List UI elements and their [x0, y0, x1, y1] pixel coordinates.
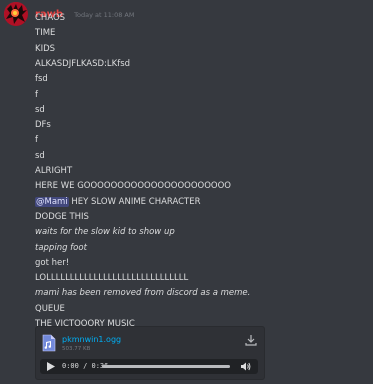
- message-line: mami has been removed from discord as a …: [35, 288, 250, 299]
- message-line: fsd: [35, 74, 48, 85]
- message-line-text: KIDS: [35, 43, 56, 54]
- message-line: DODGE THIS: [35, 212, 89, 223]
- message-line-text: ALRIGHT: [35, 166, 73, 176]
- audio-player: 0:00 / 0:36: [40, 359, 258, 374]
- message-line: ALKASDJFLKASD:LKfsd: [35, 59, 130, 70]
- download-icon[interactable]: [245, 334, 257, 346]
- progress-fill: [102, 365, 230, 368]
- message-line: tapping foot: [35, 243, 87, 254]
- message-line-text: sd: [35, 150, 45, 161]
- message-line: HERE WE GOOOOOOOOOOOOOOOOOOOOOO: [35, 181, 231, 192]
- message-line: TIME: [35, 28, 55, 39]
- message-line: waits for the slow kid to show up: [35, 227, 175, 238]
- message-line-text: got her!: [35, 257, 70, 268]
- message-line-text: HEY SLOW ANIME CHARACTER: [68, 196, 201, 207]
- message-line: f: [35, 135, 38, 146]
- audio-attachment: pkmnwin1.ogg 503.77 KB 0:00 / 0:36: [35, 326, 265, 380]
- message-line-text: f: [35, 135, 38, 146]
- file-name-link[interactable]: pkmnwin1.ogg: [62, 335, 121, 344]
- user-mention[interactable]: @Mami: [35, 196, 69, 207]
- message-line-text: DFs: [35, 120, 51, 131]
- message-line: got her!: [35, 258, 69, 269]
- message-line: DFs: [35, 120, 51, 131]
- message-line-text: LOLLLLLLLLLLLLLLLLLLLLLLLLLLLLLL: [35, 273, 189, 284]
- audio-file-icon: [42, 334, 56, 352]
- avatar[interactable]: [4, 2, 28, 26]
- avatar-image: [4, 2, 28, 26]
- message-line-text: f: [35, 89, 38, 100]
- volume-icon[interactable]: [240, 361, 251, 372]
- message-line-text: fsd: [35, 74, 48, 85]
- progress-bar[interactable]: [102, 365, 230, 368]
- timestamp: Today at 11:08 AM: [74, 11, 135, 19]
- message-line: sd: [35, 105, 45, 116]
- message-line-text: QUEUE: [35, 303, 65, 314]
- message-line-text: CHAOS: [35, 13, 66, 23]
- message-line: LOLLLLLLLLLLLLLLLLLLLLLLLLLLLLLL: [35, 273, 188, 284]
- message-line-text: ALKASDJFLKASD:LKfsd: [35, 58, 131, 69]
- message-line-text: HERE WE GOOOOOOOOOOOOOOOOOOOOOO: [35, 181, 231, 192]
- message-line-text: DODGE THIS: [35, 211, 89, 222]
- message-line: KIDS: [35, 44, 55, 55]
- chat-message: rawb Today at 11:08 AM CHAOS TIME KIDS ALKA…: [0, 0, 373, 384]
- play-icon[interactable]: [47, 362, 55, 371]
- message-line: ALRIGHT: [35, 166, 72, 177]
- message-line-text: TIME: [35, 28, 56, 39]
- message-line-text: waits for the slow kid to show up: [35, 227, 175, 238]
- message-line: f: [35, 90, 38, 101]
- message-line: QUEUE: [35, 304, 65, 315]
- message-line: @Mami HEY SLOW ANIME CHARACTER: [35, 196, 201, 208]
- message-line-text: tapping foot: [35, 242, 87, 253]
- message-line: sd: [35, 151, 45, 162]
- message-line-text: sd: [35, 104, 45, 115]
- message-line: CHAOS: [35, 13, 65, 24]
- message-line-text: mami has been removed from discord as a …: [35, 288, 251, 299]
- file-size: 503.77 KB: [62, 346, 91, 352]
